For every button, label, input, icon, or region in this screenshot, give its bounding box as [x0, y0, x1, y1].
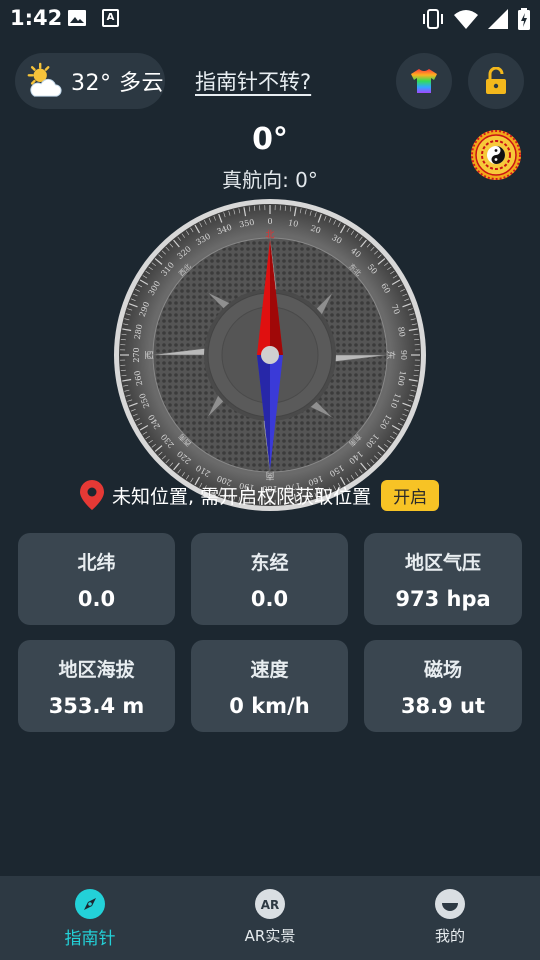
card-label: 地区海拔 — [58, 658, 135, 681]
enable-location-button[interactable]: 开启 — [381, 479, 440, 511]
nav-label: AR实景 — [244, 927, 296, 945]
card-label: 磁场 — [423, 658, 462, 681]
partly-cloudy-icon — [27, 62, 62, 97]
nav-compass[interactable]: 指南针 — [0, 876, 180, 960]
card-label: 东经 — [250, 551, 289, 574]
status-bar: 1:42 A — [0, 0, 540, 38]
card-value: 973 hpa — [395, 586, 491, 611]
speed-card: 速度 0 km/h — [191, 640, 348, 732]
card-value: 38.9 ut — [400, 693, 486, 718]
profile-icon — [435, 889, 465, 919]
wifi-icon — [454, 10, 478, 29]
location-row: 未知位置, 需开启权限获取位置 开启 — [80, 478, 440, 512]
compass-dial[interactable]: 0 102030405060708090100110120130140150160… — [113, 198, 427, 512]
ar-icon: AR — [255, 889, 285, 919]
image-icon — [68, 10, 86, 26]
tshirt-icon — [411, 69, 437, 93]
compass-not-rotating-link[interactable]: 指南针不转? — [195, 66, 311, 96]
theme-button[interactable] — [396, 53, 452, 109]
status-time: 1:42 — [10, 6, 63, 30]
altitude-card: 地区海拔 353.4 m — [18, 640, 175, 732]
card-value: 0.0 — [250, 586, 289, 611]
magnetic-field-card: 磁场 38.9 ut — [364, 640, 522, 732]
card-label: 北纬 — [77, 551, 116, 574]
pressure-card: 地区气压 973 hpa — [364, 533, 522, 625]
text-a-icon: A — [102, 9, 119, 27]
true-heading: 真航向: 0° — [222, 168, 318, 192]
card-value: 353.4 m — [48, 693, 145, 718]
nav-label: 我的 — [434, 927, 465, 945]
bottom-nav: 指南针 AR AR实景 我的 — [0, 876, 540, 960]
battery-charging-icon — [518, 8, 530, 30]
lock-button[interactable] — [468, 53, 524, 109]
compass-tick-label: 80 — [396, 326, 407, 338]
compass-tick-label: 0 — [267, 217, 272, 226]
card-label: 地区气压 — [404, 551, 481, 574]
latitude-card: 北纬 0.0 — [18, 533, 175, 625]
location-status-text: 未知位置, 需开启权限获取位置 — [112, 485, 372, 508]
compass-tick-label: 270 — [132, 347, 141, 362]
info-grid: 北纬 0.0 东经 0.0 地区气压 973 hpa 地区海拔 353.4 m … — [18, 533, 522, 732]
heading-degree: 0° — [252, 122, 288, 157]
svg-text:AR: AR — [261, 898, 280, 912]
longitude-card: 东经 0.0 — [191, 533, 348, 625]
signal-icon — [488, 9, 508, 29]
compass-tick-label: 90 — [399, 350, 408, 360]
vibrate-icon — [423, 9, 443, 29]
card-label: 速度 — [250, 658, 289, 681]
compass-nav-icon — [75, 889, 105, 919]
location-pin-icon — [80, 480, 104, 510]
weather-widget[interactable]: 32° 多云 — [15, 53, 165, 109]
nav-ar[interactable]: AR AR实景 — [180, 876, 360, 960]
compass-tick-label: 10 — [287, 218, 299, 229]
bagua-icon[interactable] — [470, 129, 522, 181]
unlock-icon — [486, 67, 506, 94]
weather-text: 32° 多云 — [71, 71, 164, 96]
nav-mine[interactable]: 我的 — [360, 876, 540, 960]
card-value: 0 km/h — [229, 693, 310, 718]
nav-label: 指南针 — [64, 929, 116, 949]
card-value: 0.0 — [77, 586, 116, 611]
